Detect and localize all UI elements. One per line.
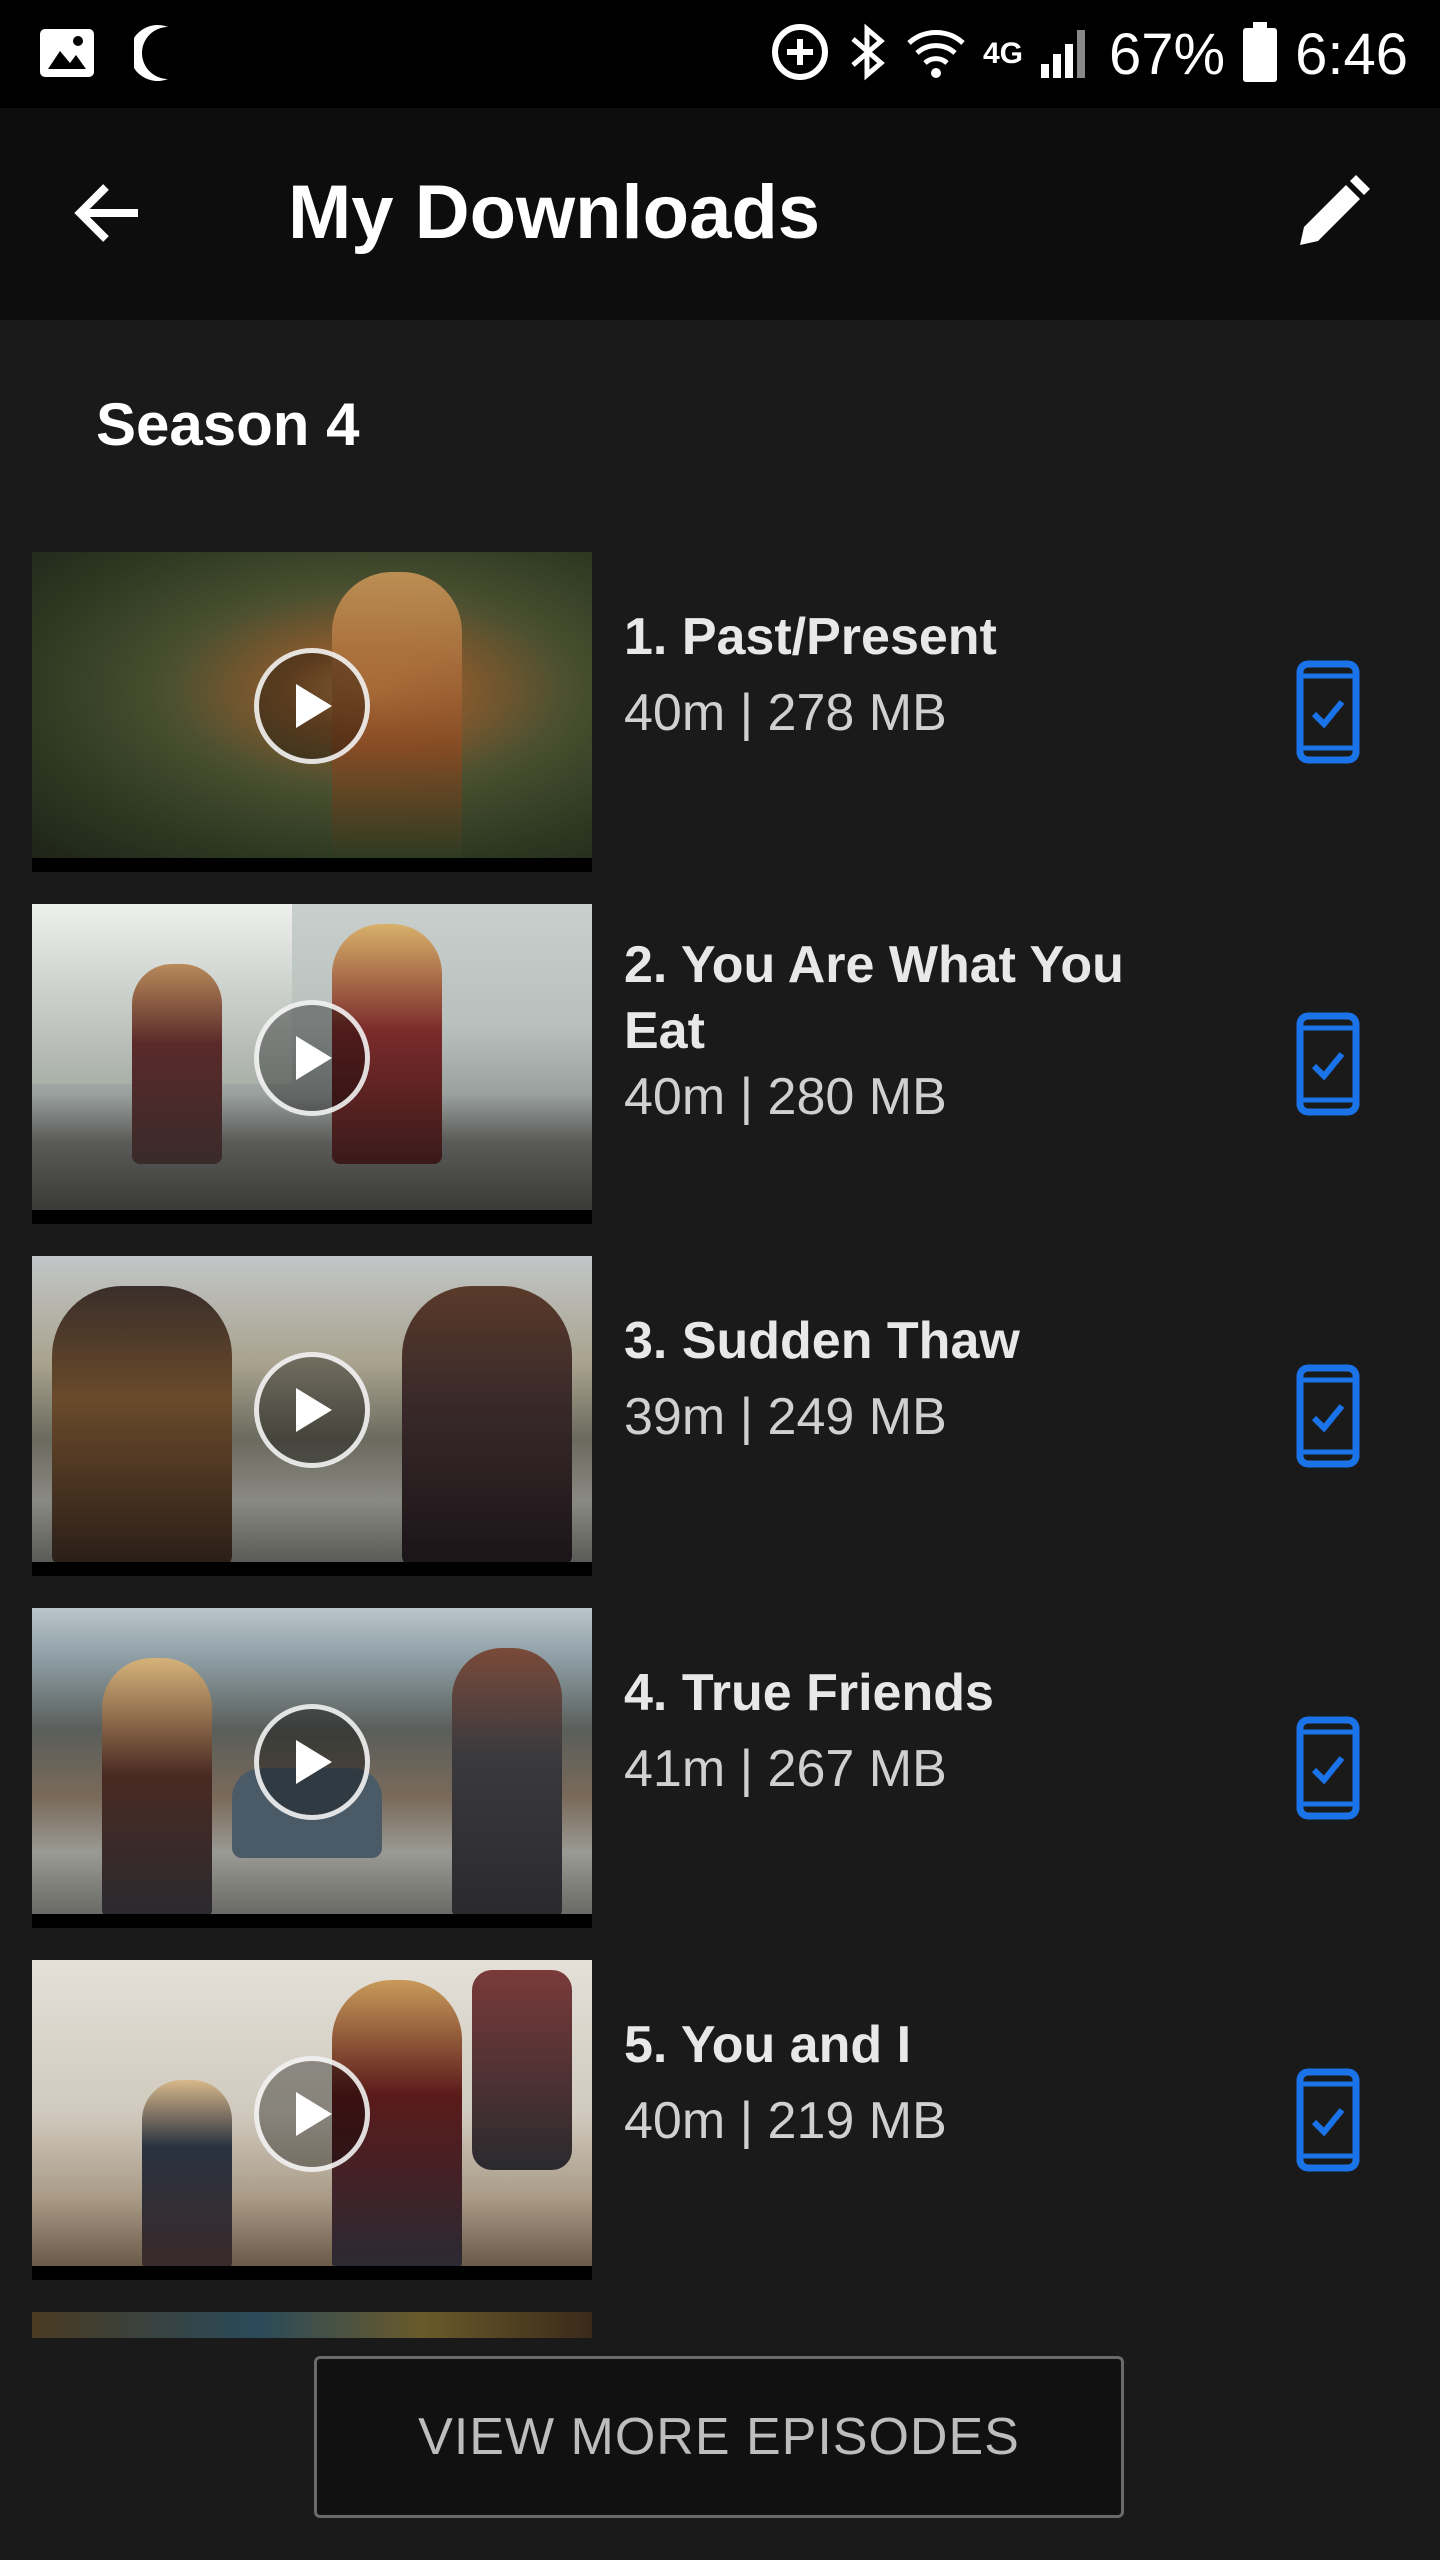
app-bar: My Downloads (0, 108, 1440, 320)
bluetooth-icon (847, 21, 889, 88)
view-more-episodes-button[interactable]: VIEW MORE EPISODES (314, 2356, 1124, 2518)
season-heading: Season 4 (96, 391, 360, 458)
episode-thumbnail[interactable] (32, 552, 592, 872)
episode-title: 2. You Are What You Eat (624, 936, 1124, 1060)
downloaded-device-icon[interactable] (1296, 2068, 1360, 2172)
episode-meta: 40m | 280 MB (624, 1068, 947, 1126)
play-icon (254, 648, 370, 764)
downloads-list: Season 4 1. Past/Present 40m | 278 MB 2.… (0, 320, 1440, 2560)
wifi-icon (905, 21, 967, 88)
footer: VIEW MORE EPISODES (0, 2338, 1440, 2560)
episode-thumbnail[interactable] (32, 1256, 592, 1576)
battery-percentage: 67% (1109, 21, 1226, 87)
arrow-back-icon (72, 181, 144, 250)
play-icon (254, 1704, 370, 1820)
episode-thumbnail[interactable] (32, 1960, 592, 2280)
edit-button[interactable] (1272, 160, 1392, 270)
signal-icon (1039, 24, 1093, 85)
data-saver-icon (769, 21, 831, 88)
status-left-icons (38, 20, 180, 90)
moon-icon (129, 23, 180, 88)
episode-row-1[interactable]: 1. Past/Present 40m | 278 MB (0, 552, 1440, 872)
downloaded-device-icon[interactable] (1296, 660, 1360, 764)
episode-row-3[interactable]: 3. Sudden Thaw 39m | 249 MB (0, 1256, 1440, 1576)
episode-row-4[interactable]: 4. True Friends 41m | 267 MB (0, 1608, 1440, 1928)
episode-title: 3. Sudden Thaw (624, 1312, 1020, 1370)
episode-meta: 40m | 278 MB (624, 684, 947, 742)
episode-title: 1. Past/Present (624, 608, 997, 666)
back-button[interactable] (48, 160, 168, 270)
play-icon (254, 2056, 370, 2172)
pencil-icon (1294, 174, 1370, 256)
episode-title: 4. True Friends (624, 1664, 994, 1722)
episode-thumbnail[interactable] (32, 1608, 592, 1928)
downloaded-device-icon[interactable] (1296, 1012, 1360, 1116)
status-right-icons: 4G 67% 6:46 (769, 14, 1408, 94)
play-icon (254, 1000, 370, 1116)
episode-thumbnail[interactable] (32, 904, 592, 1224)
page-title: My Downloads (288, 170, 821, 255)
episode-meta: 40m | 219 MB (624, 2092, 947, 2150)
episode-row-2[interactable]: 2. You Are What You Eat 40m | 280 MB (0, 904, 1440, 1224)
gallery-notification-icon (38, 27, 96, 84)
episode-title: 5. You and I (624, 2016, 912, 2074)
episode-row-5[interactable]: 5. You and I 40m | 219 MB (0, 1960, 1440, 2280)
play-icon (254, 1352, 370, 1468)
network-type-label: 4G (982, 37, 1024, 70)
downloaded-device-icon[interactable] (1296, 1716, 1360, 1820)
episode-thumbnail-partial[interactable] (32, 2312, 592, 2340)
status-bar: 4G 67% 6:46 (0, 0, 1440, 108)
episode-meta: 41m | 267 MB (624, 1740, 947, 1798)
episode-meta: 39m | 249 MB (624, 1388, 947, 1446)
downloaded-device-icon[interactable] (1296, 1364, 1360, 1468)
clock: 6:46 (1295, 21, 1408, 87)
battery-icon (1241, 20, 1279, 89)
